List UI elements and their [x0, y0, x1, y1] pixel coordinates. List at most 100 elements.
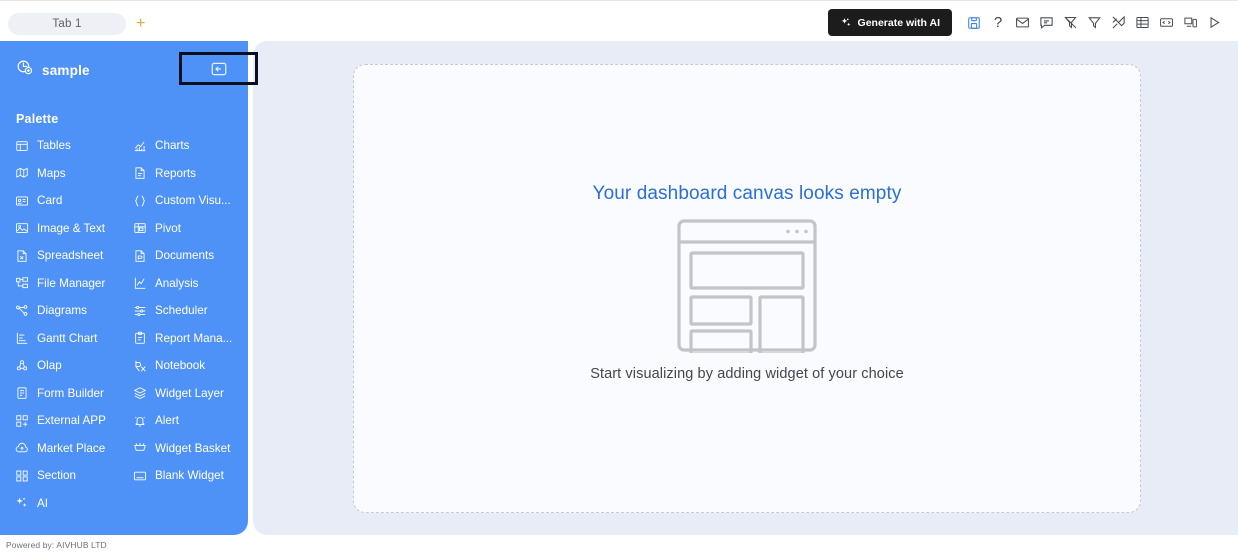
palette-item-label: Custom Visu... [155, 194, 231, 207]
grid-icon[interactable] [1132, 13, 1152, 33]
dashboard-placeholder-illustration [676, 218, 818, 356]
palette-item-label: File Manager [37, 276, 106, 290]
pivot-icon [132, 221, 147, 236]
palette-item-custom-visual[interactable]: Custom Visu... [132, 192, 242, 209]
palette-item-image-text[interactable]: Image & Text [14, 220, 132, 237]
palette-item-label: Card [37, 194, 63, 207]
empty-state-title: Your dashboard canvas looks empty [592, 183, 902, 204]
palette-item-external-app[interactable]: External APP [14, 412, 132, 429]
palette-item-label: Gantt Chart [37, 331, 98, 345]
palette-item-widget-basket[interactable]: Widget Basket [132, 440, 242, 457]
table-icon [14, 138, 29, 153]
filter-clear-icon[interactable] [1060, 13, 1080, 33]
gantt-icon [14, 331, 29, 346]
palette-item-olap[interactable]: Olap [14, 357, 132, 374]
top-bar: Tab 1 + Generate with AI ? [0, 0, 1238, 45]
palette-item-label: Maps [37, 166, 66, 180]
palette-item-blank-widget[interactable]: Blank Widget [132, 467, 242, 484]
notebook-icon [132, 358, 147, 373]
card-icon [14, 193, 29, 208]
palette-item-label: Blank Widget [155, 469, 224, 482]
palette-item-spreadsheet[interactable]: Spreadsheet [14, 247, 132, 264]
sparkle-icon [14, 496, 29, 511]
report-icon [132, 166, 147, 181]
olap-icon [14, 358, 29, 373]
empty-state-subtitle: Start visualizing by adding widget of yo… [590, 366, 904, 382]
palette-item-scheduler[interactable]: Scheduler [132, 302, 242, 319]
palette-item-label: External APP [37, 414, 106, 427]
code-icon[interactable] [1156, 13, 1176, 33]
filter-icon[interactable] [1084, 13, 1104, 33]
palette-item-gantt-chart[interactable]: Gantt Chart [14, 330, 132, 347]
palette-item-label: Widget Layer [155, 386, 224, 400]
palette-item-tables[interactable]: Tables [14, 137, 132, 154]
palette-grid: Tables Charts Maps Reports Card Custom V… [14, 137, 242, 512]
palette-item-charts[interactable]: Charts [132, 137, 242, 154]
palette-item-card[interactable]: Card [14, 192, 132, 209]
palette-item-label: Image & Text [37, 221, 105, 235]
palette-item-pivot[interactable]: Pivot [132, 220, 242, 237]
palette-item-label: Diagrams [37, 304, 88, 317]
palette-item-maps[interactable]: Maps [14, 165, 132, 182]
sidebar-header: sample [16, 59, 90, 81]
basket-icon [132, 441, 147, 456]
palette-item-label: Tables [37, 139, 71, 152]
palette-item-reports[interactable]: Reports [132, 165, 242, 182]
dashboard-add-icon [16, 59, 33, 81]
palette-item-form-builder[interactable]: Form Builder [14, 385, 132, 402]
empty-state: Your dashboard canvas looks empty Start … [354, 183, 1140, 382]
mail-icon[interactable] [1012, 13, 1032, 33]
dashboard-title: sample [42, 62, 90, 78]
palette-item-label: Pivot [155, 221, 181, 235]
palette-item-label: Reports [155, 166, 196, 180]
save-icon[interactable] [964, 13, 984, 33]
palette-item-alert[interactable]: Alert [132, 412, 242, 429]
sparkle-icon [840, 17, 852, 29]
braces-icon [132, 193, 147, 208]
document-icon [132, 248, 147, 263]
powered-by-label: Powered by: AIVHUB LTD [6, 540, 107, 550]
toolbar-icon-row: ? [964, 13, 1224, 33]
collapse-sidebar-highlight [179, 52, 258, 85]
help-icon[interactable]: ? [988, 13, 1008, 33]
app-root: Tab 1 + Generate with AI ? sample Palett… [0, 0, 1238, 555]
devices-icon[interactable] [1180, 13, 1200, 33]
palette-item-documents[interactable]: Documents [132, 247, 242, 264]
dashboard-canvas[interactable]: Your dashboard canvas looks empty Start … [353, 64, 1141, 513]
map-icon [14, 166, 29, 181]
palette-item-notebook[interactable]: Notebook [132, 357, 242, 374]
tab-1[interactable]: Tab 1 [8, 13, 126, 35]
palette-item-label: Section [37, 469, 76, 482]
comment-icon[interactable] [1036, 13, 1056, 33]
palette-item-diagrams[interactable]: Diagrams [14, 302, 132, 319]
palette-item-label: Report Mana... [155, 331, 233, 345]
spreadsheet-icon [14, 248, 29, 263]
analysis-icon [132, 276, 147, 291]
generate-with-ai-button[interactable]: Generate with AI [827, 9, 952, 36]
palette-item-label: Alert [155, 414, 180, 427]
collapse-left-icon[interactable] [209, 59, 229, 79]
blank-widget-icon [132, 468, 147, 483]
palette-item-market-place[interactable]: Market Place [14, 440, 132, 457]
palette-item-label: Charts [155, 139, 190, 152]
tools-icon[interactable] [1108, 13, 1128, 33]
scheduler-icon [132, 303, 147, 318]
add-tab-button[interactable]: + [132, 16, 149, 32]
tab-label: Tab 1 [52, 18, 82, 30]
palette-item-ai[interactable]: AI [14, 495, 242, 512]
palette-item-widget-layer[interactable]: Widget Layer [132, 385, 242, 402]
palette-item-label: Notebook [155, 359, 206, 372]
palette-item-analysis[interactable]: Analysis [132, 275, 242, 292]
external-app-icon [14, 413, 29, 428]
palette-item-label: Widget Basket [155, 441, 231, 455]
palette-sidebar: sample Palette Tables Charts Maps Report… [0, 41, 248, 535]
palette-item-report-manager[interactable]: Report Mana... [132, 330, 242, 347]
palette-heading: Palette [16, 112, 59, 126]
top-right-toolbar: Generate with AI ? [827, 9, 1224, 36]
play-icon[interactable] [1204, 13, 1224, 33]
palette-item-file-manager[interactable]: File Manager [14, 275, 132, 292]
palette-item-section[interactable]: Section [14, 467, 132, 484]
palette-item-label: Market Place [37, 441, 106, 455]
file-manager-icon [14, 276, 29, 291]
section-icon [14, 468, 29, 483]
